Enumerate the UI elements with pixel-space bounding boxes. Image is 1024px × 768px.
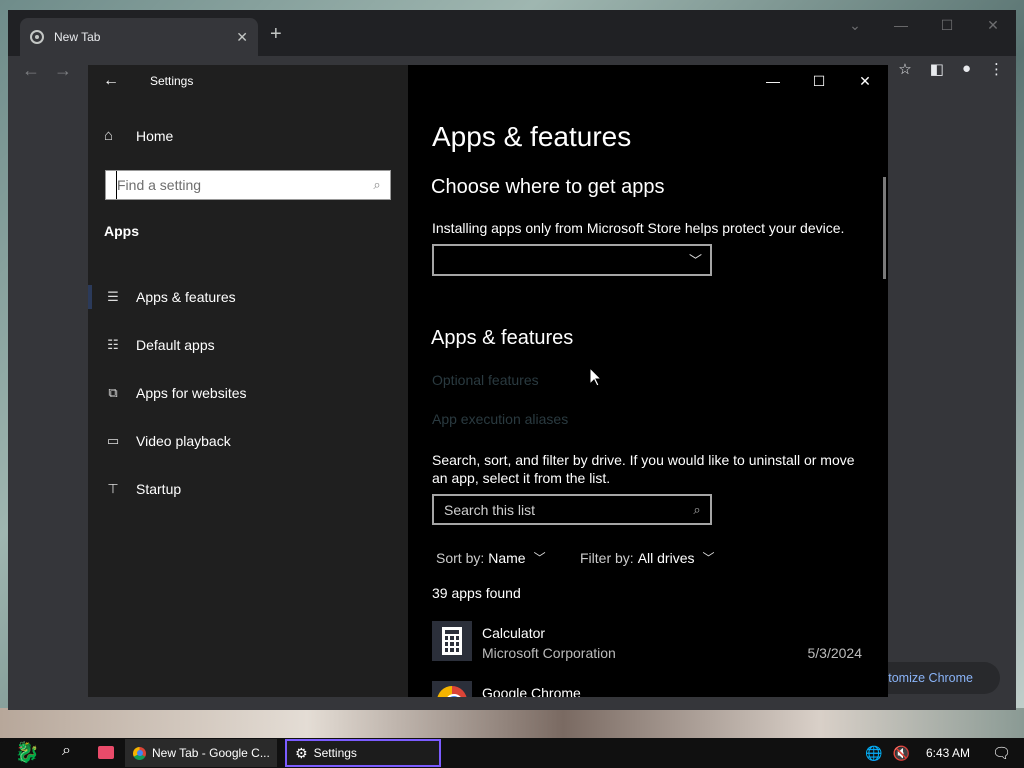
open-in-app-icon: ⧉ xyxy=(108,385,118,400)
sort-value: Name xyxy=(488,549,526,566)
chevron-down-icon: ﹀ xyxy=(688,253,702,268)
app-source-dropdown[interactable]: ﹀ xyxy=(432,244,712,276)
filter-label: Filter by: xyxy=(580,549,634,566)
mouse-cursor-icon xyxy=(589,366,603,392)
chrome-window-controls: ⌄ — ☐ ✕ xyxy=(832,10,1016,40)
profile-icon[interactable]: ● xyxy=(962,60,971,78)
sidebar-item-label: Default apps xyxy=(136,337,215,353)
clock[interactable]: 6:43 AM xyxy=(926,746,970,760)
sidebar-item-label: Startup xyxy=(136,481,182,497)
home-icon: ⌂ xyxy=(104,127,114,144)
sort-by-dropdown[interactable]: Sort by: Name ﹀ xyxy=(436,549,546,566)
list-item-google-chrome[interactable]: Google Chrome xyxy=(432,677,862,697)
chrome-favicon-icon xyxy=(30,30,44,44)
search-icon[interactable]: ⌕ xyxy=(364,177,390,193)
filter-value: All drives xyxy=(637,549,695,566)
search-icon[interactable]: ⌕ xyxy=(684,502,710,518)
speaker-muted-icon[interactable]: 🔇 xyxy=(893,745,910,762)
back-arrow-icon[interactable]: ← xyxy=(22,60,40,81)
app-name: Google Chrome xyxy=(482,685,581,697)
find-setting-search: ⌕ xyxy=(105,170,391,200)
choose-apps-description: Installing apps only from Microsoft Stor… xyxy=(432,220,845,236)
search-list-input[interactable] xyxy=(434,496,684,523)
taskbar: 🐉 ⌕ New Tab - Google C... ⚙ Settings 🌐 🔇… xyxy=(0,738,1024,768)
app-publisher: Microsoft Corporation xyxy=(482,645,616,661)
chrome-toolbar-actions: ☆ ◧ ● ⋮ xyxy=(898,60,1004,78)
start-dragon-icon[interactable]: 🐉 xyxy=(10,740,44,766)
sidebar-nav: ☰ Apps & features ☷ Default apps ⧉ Apps … xyxy=(88,273,408,513)
sidebar-item-label: Apps for websites xyxy=(136,385,247,401)
chrome-tabstrip: New Tab ✕ + ⌄ — ☐ ✕ xyxy=(8,10,1016,56)
app-execution-aliases-link[interactable]: App execution aliases xyxy=(432,411,568,427)
sidebar-item-label: Apps & features xyxy=(136,289,236,305)
sidebar-section-title: Apps xyxy=(104,223,139,239)
app-name: Calculator xyxy=(482,625,546,641)
home-label: Home xyxy=(136,127,174,144)
forward-arrow-icon[interactable]: → xyxy=(54,60,72,81)
scrollbar[interactable] xyxy=(883,177,886,279)
sidebar-item-apps-for-websites[interactable]: ⧉ Apps for websites xyxy=(88,369,408,417)
search-icon[interactable]: ⌕ xyxy=(62,742,71,760)
find-setting-input[interactable] xyxy=(116,171,364,199)
settings-window: ← Settings ⌂ Home ⌕ Apps ☰ Apps & featur… xyxy=(88,65,888,697)
desktop-wallpaper xyxy=(0,708,1024,738)
menu-kebab-icon[interactable]: ⋮ xyxy=(989,60,1004,78)
chevron-down-icon: ﹀ xyxy=(533,551,546,565)
apps-found-count: 39 apps found xyxy=(432,585,521,601)
apps-features-heading: Apps & features xyxy=(431,327,574,349)
filter-by-dropdown[interactable]: Filter by: All drives ﹀ xyxy=(580,549,715,566)
side-panel-icon[interactable]: ◧ xyxy=(930,60,944,78)
close-icon[interactable]: ✕ xyxy=(970,10,1016,40)
customize-chrome-button[interactable]: stomize Chrome xyxy=(872,662,1000,694)
list-description: Search, sort, and filter by drive. If yo… xyxy=(432,452,855,486)
settings-sidebar: ← Settings ⌂ Home ⌕ Apps ☰ Apps & featur… xyxy=(88,65,408,697)
taskbar-item-label: New Tab - Google C... xyxy=(152,746,270,760)
close-tab-icon[interactable]: ✕ xyxy=(236,29,248,46)
sort-label: Sort by: xyxy=(436,549,485,566)
settings-main: — ☐ ✕ Apps & features Choose where to ge… xyxy=(408,65,888,697)
optional-features-link[interactable]: Optional features xyxy=(432,372,539,388)
settings-title: Settings xyxy=(150,74,194,88)
back-arrow-icon[interactable]: ← xyxy=(88,72,134,90)
taskbar-item-label: Settings xyxy=(313,746,357,760)
chrome-tab-new-tab[interactable]: New Tab ✕ xyxy=(20,18,258,56)
folder-icon[interactable] xyxy=(98,746,114,759)
chrome-tab-title: New Tab xyxy=(54,30,101,44)
search-list-box: ⌕ xyxy=(432,494,712,525)
minimize-icon[interactable]: — xyxy=(750,65,796,97)
sidebar-item-label: Video playback xyxy=(136,433,231,449)
gear-icon: ⚙ xyxy=(295,744,308,761)
sidebar-item-home[interactable]: ⌂ Home xyxy=(104,127,173,144)
startup-icon: ⊤ xyxy=(107,481,119,496)
bookmark-star-icon[interactable]: ☆ xyxy=(898,60,911,78)
sidebar-item-startup[interactable]: ⊤ Startup xyxy=(88,465,408,513)
sidebar-item-default-apps[interactable]: ☷ Default apps xyxy=(88,321,408,369)
close-icon[interactable]: ✕ xyxy=(842,65,888,97)
maximize-icon[interactable]: ☐ xyxy=(924,10,970,40)
taskbar-item-settings[interactable]: ⚙ Settings xyxy=(285,739,441,767)
chrome-icon xyxy=(432,681,472,697)
chrome-icon xyxy=(133,746,146,760)
notification-icon[interactable]: 🗨 xyxy=(992,744,1014,762)
globe-network-icon[interactable]: 🌐 xyxy=(865,745,882,762)
new-tab-button[interactable]: + xyxy=(270,24,282,44)
chevron-down-icon[interactable]: ⌄ xyxy=(832,10,878,40)
settings-window-controls: — ☐ ✕ xyxy=(750,65,888,97)
system-tray: 🌐 🔇 6:43 AM 🗨 xyxy=(865,738,1024,768)
taskbar-item-chrome[interactable]: New Tab - Google C... xyxy=(125,739,277,767)
page-title: Apps & features xyxy=(432,121,632,152)
chevron-down-icon: ﹀ xyxy=(702,551,715,565)
minimize-icon[interactable]: — xyxy=(878,10,924,40)
settings-titlebar: ← Settings xyxy=(88,65,408,97)
app-date: 5/3/2024 xyxy=(807,645,863,661)
default-apps-icon: ☷ xyxy=(107,337,119,352)
video-icon: ▭ xyxy=(106,433,120,448)
choose-apps-heading: Choose where to get apps xyxy=(431,176,665,198)
list-icon: ☰ xyxy=(107,289,119,304)
calculator-icon xyxy=(432,621,472,661)
maximize-icon[interactable]: ☐ xyxy=(796,65,842,97)
sidebar-item-video-playback[interactable]: ▭ Video playback xyxy=(88,417,408,465)
sidebar-item-apps-features[interactable]: ☰ Apps & features xyxy=(88,273,408,321)
list-item-calculator[interactable]: Calculator Microsoft Corporation 5/3/202… xyxy=(432,617,862,663)
